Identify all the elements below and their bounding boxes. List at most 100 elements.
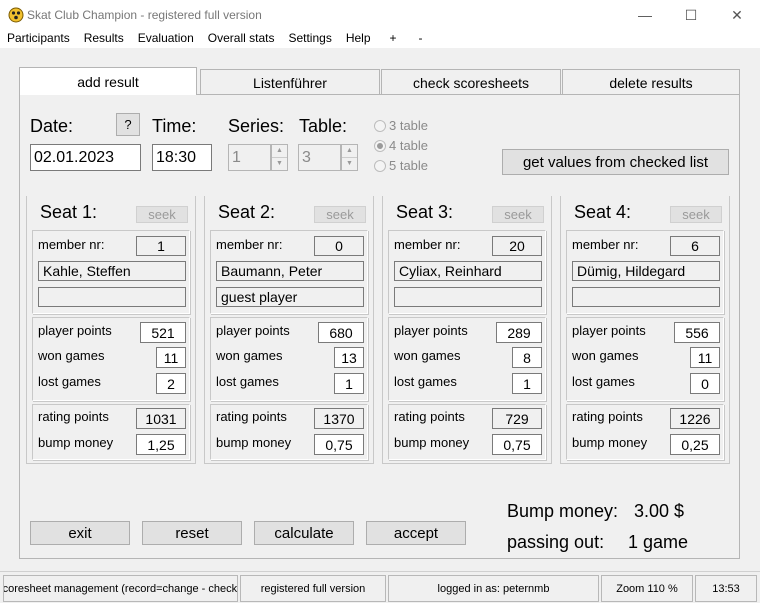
player-points-label: player points: [38, 323, 112, 338]
rating-points-field[interactable]: 729: [492, 408, 542, 429]
lost-games-label: lost games: [572, 374, 635, 389]
won-games-input[interactable]: 8: [512, 347, 542, 368]
bump-money-label: bump money: [38, 435, 114, 450]
lost-games-label: lost games: [38, 374, 101, 389]
menu-results[interactable]: Results: [77, 30, 131, 48]
table-spinner[interactable]: ▲ ▼: [341, 144, 358, 171]
player-name-field[interactable]: Cyliax, Reinhard: [394, 261, 542, 281]
won-games-input[interactable]: 11: [690, 347, 720, 368]
bump-money-input[interactable]: 0,25: [670, 434, 720, 455]
rating-points-field[interactable]: 1031: [136, 408, 186, 429]
player-extra-field[interactable]: guest player: [216, 287, 364, 307]
player-name-field[interactable]: Kahle, Steffen: [38, 261, 186, 281]
table-input[interactable]: 3: [298, 144, 341, 171]
seek-button[interactable]: seek: [670, 206, 722, 223]
spin-up-icon[interactable]: ▲: [342, 145, 357, 158]
passing-out-value: 1 game: [628, 532, 689, 552]
seat-title: Seat 3:: [396, 202, 454, 222]
lost-games-input[interactable]: 1: [512, 373, 542, 394]
member-nr-field[interactable]: 0: [314, 236, 364, 256]
bump-money-input[interactable]: 1,25: [136, 434, 186, 455]
window-title: Skat Club Champion - registered full ver…: [27, 8, 262, 22]
close-button[interactable]: ✕: [714, 0, 760, 30]
bump-money-label: Bump money:: [507, 501, 619, 521]
spin-down-icon[interactable]: ▼: [342, 158, 357, 171]
player-points-label: player points: [572, 323, 646, 338]
status-mode: scoresheet management (record=change - c…: [3, 575, 238, 602]
help-button[interactable]: ?: [116, 113, 140, 136]
rating-points-field[interactable]: 1226: [670, 408, 720, 429]
won-games-input[interactable]: 11: [156, 347, 186, 368]
won-games-input[interactable]: 13: [334, 347, 364, 368]
player-extra-field[interactable]: [38, 287, 186, 307]
lost-games-input[interactable]: 1: [334, 373, 364, 394]
seek-button[interactable]: seek: [492, 206, 544, 223]
table-label: Table:: [299, 116, 348, 136]
tab-add-result[interactable]: add result: [19, 67, 197, 95]
exit-button[interactable]: exit: [30, 521, 130, 545]
accept-button[interactable]: accept: [366, 521, 466, 545]
menu-evaluation[interactable]: Evaluation: [131, 30, 201, 48]
rating-points-label: rating points: [38, 409, 109, 424]
skat-club-icon: [8, 7, 24, 23]
radio-4-table[interactable]: 4 table: [374, 138, 428, 153]
series-input[interactable]: 1: [228, 144, 271, 171]
player-points-input[interactable]: 521: [140, 322, 186, 343]
menu-settings[interactable]: Settings: [281, 30, 338, 48]
time-label: Time:: [152, 116, 197, 136]
reset-button[interactable]: reset: [142, 521, 242, 545]
won-games-label: won games: [38, 348, 105, 363]
radio-icon: [374, 119, 386, 132]
rating-points-label: rating points: [572, 409, 643, 424]
menu-zoom-out[interactable]: -: [409, 30, 433, 48]
lost-games-label: lost games: [216, 374, 279, 389]
lost-games-label: lost games: [394, 374, 457, 389]
bump-money-input[interactable]: 0,75: [314, 434, 364, 455]
lost-games-input[interactable]: 2: [156, 373, 186, 394]
member-nr-label: member nr:: [38, 237, 105, 252]
date-label: Date:: [30, 116, 74, 136]
time-input[interactable]: 18:30: [152, 144, 212, 171]
bump-money-label: bump money: [394, 435, 470, 450]
member-nr-field[interactable]: 6: [670, 236, 720, 256]
menu-participants[interactable]: Participants: [0, 30, 77, 48]
member-nr-field[interactable]: 20: [492, 236, 542, 256]
player-points-label: player points: [216, 323, 290, 338]
player-points-input[interactable]: 680: [318, 322, 364, 343]
get-values-button[interactable]: get values from checked list: [502, 149, 729, 175]
spin-down-icon[interactable]: ▼: [272, 158, 287, 171]
series-spinner[interactable]: ▲ ▼: [271, 144, 288, 171]
seek-button[interactable]: seek: [136, 206, 188, 223]
radio-3-table[interactable]: 3 table: [374, 118, 428, 133]
radio-5-table[interactable]: 5 table: [374, 158, 428, 173]
seek-button[interactable]: seek: [314, 206, 366, 223]
tab-check-scoresheets[interactable]: check scoresheets: [381, 69, 561, 95]
radio-icon: [374, 159, 386, 172]
passing-out-label: passing out:: [507, 532, 605, 552]
won-games-label: won games: [572, 348, 639, 363]
player-extra-field[interactable]: [394, 287, 542, 307]
player-points-label: player points: [394, 323, 468, 338]
bump-money-label: bump money: [216, 435, 292, 450]
player-name-field[interactable]: Baumann, Peter: [216, 261, 364, 281]
menu-help[interactable]: Help: [339, 30, 378, 48]
maximize-button[interactable]: ☐: [668, 0, 714, 30]
lost-games-input[interactable]: 0: [690, 373, 720, 394]
menu-zoom-in[interactable]: +: [378, 30, 409, 48]
calculate-button[interactable]: calculate: [254, 521, 354, 545]
status-bar: scoresheet management (record=change - c…: [0, 571, 760, 603]
member-nr-field[interactable]: 1: [136, 236, 186, 256]
status-license: registered full version: [240, 575, 386, 602]
minimize-button[interactable]: —: [622, 0, 668, 30]
player-extra-field[interactable]: [572, 287, 720, 307]
player-name-field[interactable]: Dümig, Hildegard: [572, 261, 720, 281]
bump-money-input[interactable]: 0,75: [492, 434, 542, 455]
rating-points-field[interactable]: 1370: [314, 408, 364, 429]
spin-up-icon[interactable]: ▲: [272, 145, 287, 158]
player-points-input[interactable]: 289: [496, 322, 542, 343]
tab-delete-results[interactable]: delete results: [562, 69, 740, 95]
menu-overall-stats[interactable]: Overall stats: [201, 30, 282, 48]
date-input[interactable]: 02.01.2023: [30, 144, 141, 171]
tab-listenfuehrer[interactable]: Listenführer: [200, 69, 380, 95]
player-points-input[interactable]: 556: [674, 322, 720, 343]
